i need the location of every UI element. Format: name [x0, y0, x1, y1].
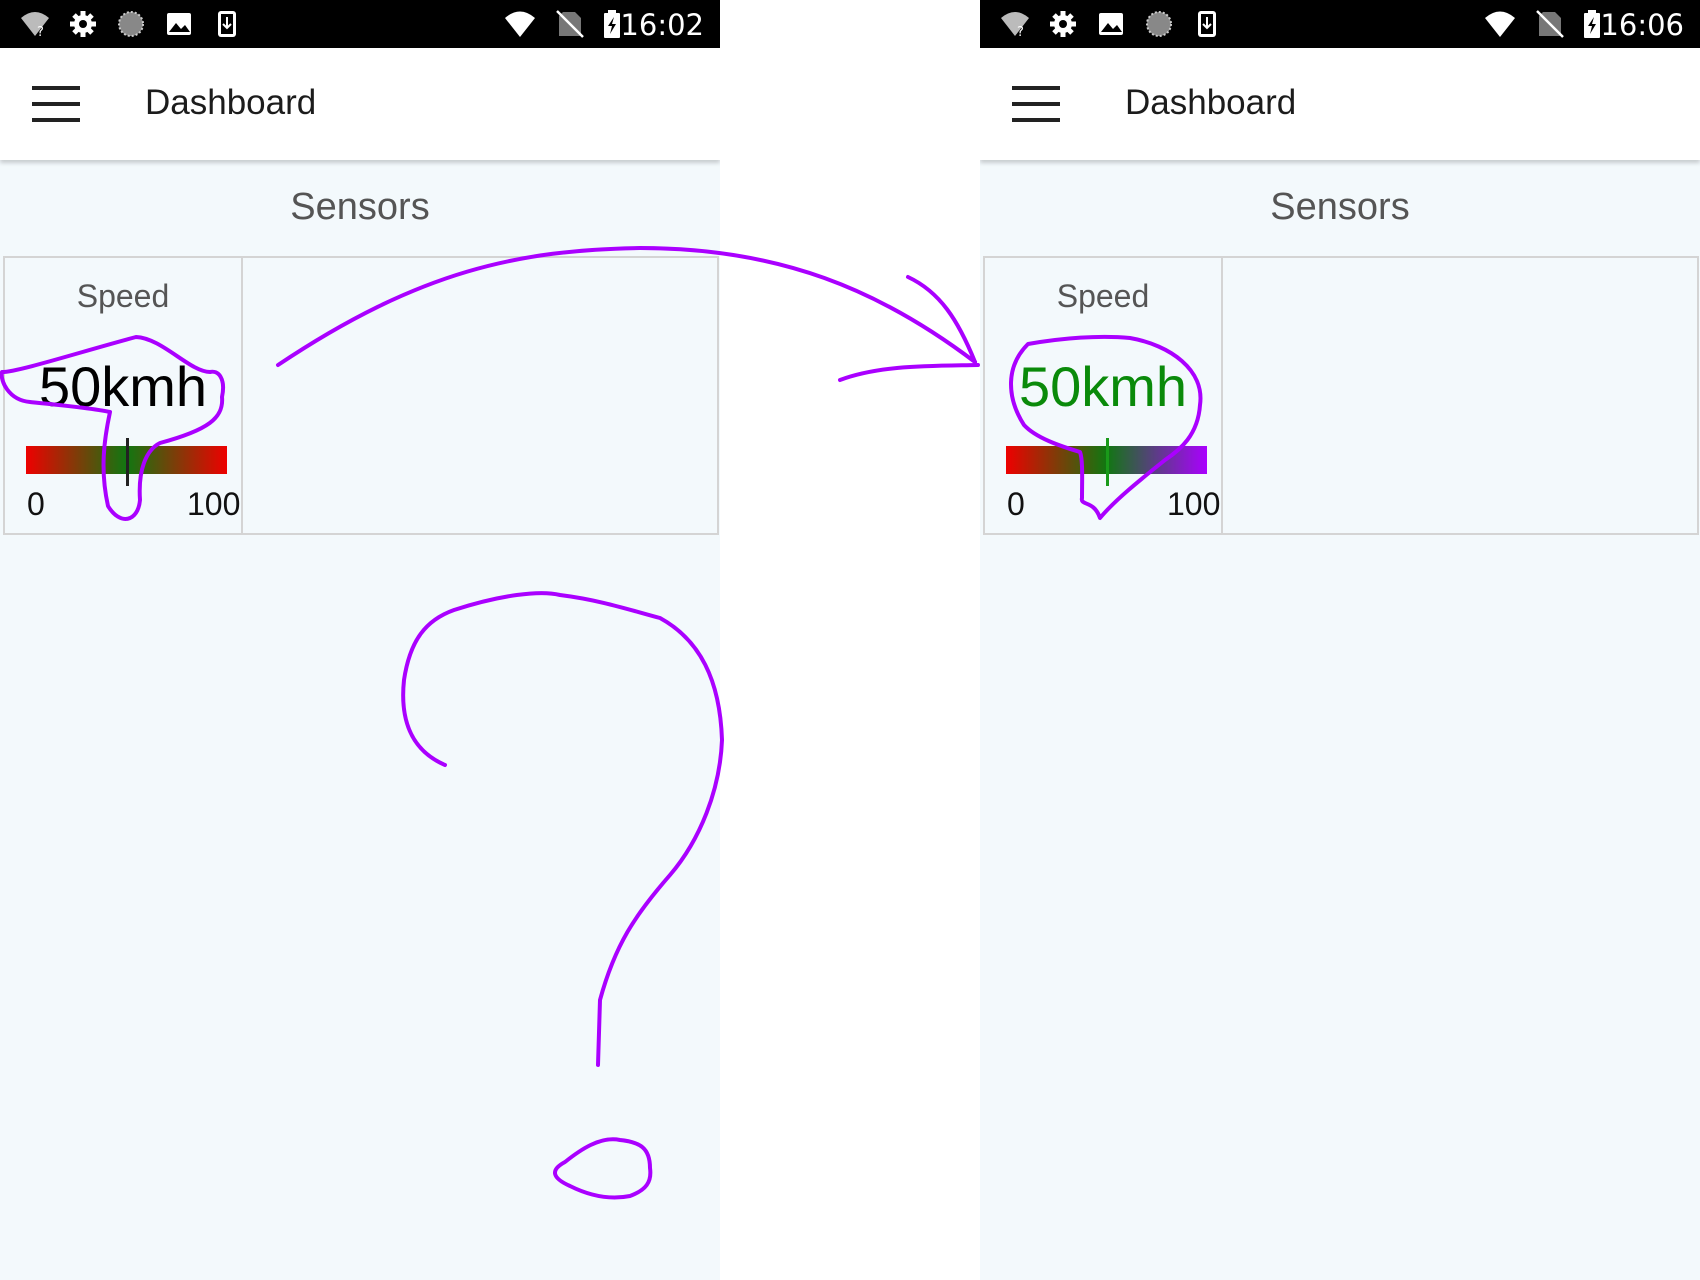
sensor-label: Speed [1056, 278, 1150, 314]
sensor-value: 50kmh [1018, 355, 1188, 418]
wifi-question-icon: ? [1001, 12, 1029, 39]
section-title-sensors: Sensors [290, 186, 430, 228]
phone-screen-before: ? 16:02 Dashboard Sensors Speed 50kmh 0 … [0, 0, 720, 1280]
sync-icon [1146, 11, 1172, 37]
wifi-icon [505, 11, 535, 37]
app-bar: Dashboard [980, 48, 1700, 160]
download-icon [218, 11, 236, 37]
hamburger-menu-icon[interactable] [1002, 76, 1070, 132]
status-bar: ? 16:02 [0, 0, 720, 48]
sensor-grid: Speed 50kmh 0 100 [3, 256, 719, 535]
download-icon [1198, 11, 1216, 37]
app-bar: Dashboard [0, 48, 720, 160]
clock-time: 16:02 [620, 8, 704, 42]
page-title: Dashboard [145, 83, 317, 122]
sensor-tile-speed[interactable]: Speed 50kmh 0 100 [5, 258, 243, 533]
wifi-icon [1485, 11, 1515, 37]
hamburger-menu-icon[interactable] [22, 76, 90, 132]
arrow-head-bottom [838, 363, 980, 382]
image-icon [167, 13, 191, 35]
no-sim-icon [556, 10, 584, 38]
clock-time: 16:06 [1600, 8, 1684, 42]
page-title: Dashboard [1125, 83, 1297, 122]
wifi-question-icon: ? [21, 12, 49, 39]
gauge-marker [125, 438, 129, 486]
sensor-tile-speed[interactable]: Speed 50kmh 0 100 [985, 258, 1223, 533]
gauge-min-label: 0 [27, 486, 45, 522]
svg-text:?: ? [37, 25, 44, 39]
arrow-head-top [906, 275, 977, 364]
no-sim-icon [1536, 10, 1564, 38]
settings-icon [1050, 11, 1076, 37]
phone-screen-after: ? 16:06 Dashboard Sensors Speed 50kmh 0 … [980, 0, 1700, 1280]
settings-icon [70, 11, 96, 37]
status-bar: ? 16:06 [980, 0, 1700, 48]
gauge-max-label: 100 [1167, 486, 1221, 522]
gauge-max-label: 100 [187, 486, 241, 522]
sync-icon [118, 11, 144, 37]
sensor-grid: Speed 50kmh 0 100 [983, 256, 1699, 535]
sensor-value: 50kmh [38, 355, 208, 418]
svg-text:?: ? [1017, 25, 1024, 39]
sensor-label: Speed [76, 278, 170, 314]
image-icon [1099, 13, 1123, 35]
section-title-sensors: Sensors [1270, 186, 1410, 228]
gauge-min-label: 0 [1007, 486, 1025, 522]
gauge-marker [1105, 438, 1109, 486]
